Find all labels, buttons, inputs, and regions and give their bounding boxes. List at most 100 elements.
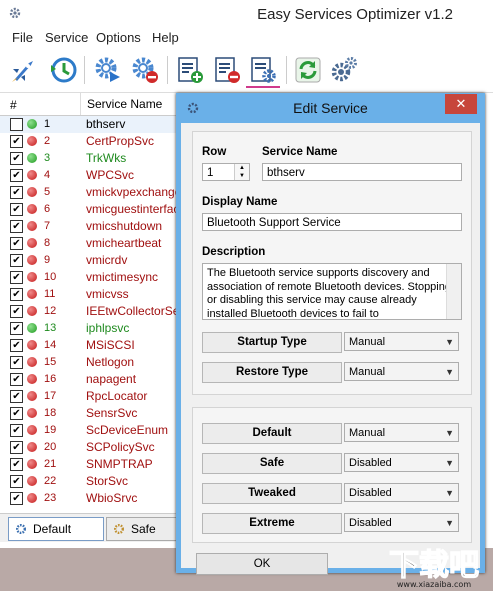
table-row[interactable]: ✔ 20 SCPolicySvc [0,439,180,456]
table-row[interactable]: ✔ 18 SensrSvc [0,405,180,422]
display-name-field[interactable]: Bluetooth Support Service [202,213,462,231]
menu-options[interactable]: Options [96,30,141,45]
remove-service-button[interactable] [210,53,244,87]
table-row[interactable]: ✔ 6 vmicguestinterface [0,201,186,218]
row-checkbox[interactable]: ✔ [10,220,23,233]
tweaked-value: Disabled [349,487,392,499]
start-service-button[interactable] [91,53,125,87]
row-number: 23 [44,492,57,504]
startup-type-label: Startup Type [202,332,342,353]
row-checkbox[interactable] [10,118,23,131]
table-row[interactable]: ✔ 3 TrkWks [0,150,180,167]
row-checkbox[interactable]: ✔ [10,135,23,148]
add-service-button[interactable] [173,53,207,87]
restore-button[interactable] [46,53,80,87]
row-checkbox[interactable]: ✔ [10,237,23,250]
service-name-field[interactable]: bthserv [262,163,462,181]
table-row[interactable]: ✔ 7 vmicshutdown [0,218,180,235]
table-row[interactable]: ✔ 10 vmictimesync [0,269,180,286]
row-checkbox[interactable]: ✔ [10,390,23,403]
row-checkbox[interactable]: ✔ [10,492,23,505]
status-stopped-icon [27,442,37,452]
edit-service-button[interactable] [246,53,280,88]
table-row[interactable]: ✔ 16 napagent [0,371,180,388]
table-row[interactable]: ✔ 15 Netlogon [0,354,180,371]
row-number: 17 [44,390,57,402]
row-service-name: vmicvss [86,287,129,301]
column-header-number[interactable]: # [10,98,17,112]
table-row[interactable]: ✔ 19 ScDeviceEnum [0,422,180,439]
svg-text:www.xiazaiba.com: www.xiazaiba.com [397,580,471,589]
extreme-value: Disabled [349,517,392,529]
row-checkbox[interactable]: ✔ [10,424,23,437]
row-checkbox[interactable]: ✔ [10,152,23,165]
dialog-title-bar: Edit Service ✕ [176,93,485,123]
table-row[interactable]: ✔ 23 WbioSrvc [0,490,180,507]
settings-button[interactable] [327,53,361,87]
row-checkbox[interactable]: ✔ [10,305,23,318]
row-checkbox[interactable]: ✔ [10,458,23,471]
row-number: 4 [44,169,51,181]
row-checkbox[interactable]: ✔ [10,169,23,182]
table-row[interactable]: ✔ 22 StorSvc [0,473,180,490]
row-checkbox[interactable]: ✔ [10,322,23,335]
row-checkbox[interactable]: ✔ [10,356,23,369]
row-spinner[interactable]: 1 ▲ ▼ [202,163,250,181]
tab-default[interactable]: Default [8,517,104,541]
stop-service-button[interactable] [128,53,162,87]
refresh-button[interactable] [291,53,325,87]
table-row[interactable]: ✔ 13 iphlpsvc [0,320,180,337]
table-row[interactable]: ✔ 5 vmickvpexchange [0,184,181,201]
status-running-icon [27,153,37,163]
row-number: 5 [44,186,51,198]
close-button[interactable]: ✕ [445,94,477,114]
status-stopped-icon [27,289,37,299]
safe-value: Disabled [349,457,392,469]
safe-select[interactable]: Disabled ▼ [344,453,459,472]
table-row[interactable]: ✔ 14 MSiSCSI [0,337,180,354]
row-checkbox[interactable]: ✔ [10,339,23,352]
row-checkbox[interactable]: ✔ [10,288,23,301]
rocket-button[interactable] [7,53,41,87]
row-service-name: iphlpsvc [86,321,130,335]
menu-help[interactable]: Help [152,30,179,45]
table-row[interactable]: ✔ 4 WPCSvc [0,167,180,184]
row-number: 8 [44,237,51,249]
tweaked-select[interactable]: Disabled ▼ [344,483,459,502]
row-checkbox[interactable]: ✔ [10,373,23,386]
row-number: 2 [44,135,51,147]
ok-button[interactable]: OK [196,553,328,575]
table-row[interactable]: 1 bthserv [0,116,180,133]
row-checkbox[interactable]: ✔ [10,186,23,199]
spin-arrows-icon[interactable]: ▲ ▼ [234,164,249,180]
dialog-body: Row 1 ▲ ▼ Service Name bthserv Display Na… [181,123,480,575]
description-scrollbar[interactable] [446,264,461,319]
description-field[interactable]: The Bluetooth service supports discovery… [202,263,462,320]
status-stopped-icon [27,391,37,401]
status-stopped-icon [27,272,37,282]
gear-stop-icon [132,57,158,83]
row-checkbox[interactable]: ✔ [10,254,23,267]
startup-type-select[interactable]: Manual ▼ [344,332,459,351]
table-row[interactable]: ✔ 21 SNMPTRAP [0,456,180,473]
table-row[interactable]: ✔ 2 CertPropSvc [0,133,180,150]
row-checkbox[interactable]: ✔ [10,441,23,454]
row-checkbox[interactable]: ✔ [10,475,23,488]
menu-service[interactable]: Service [45,30,88,45]
table-row[interactable]: ✔ 9 vmicrdv [0,252,180,269]
table-row[interactable]: ✔ 12 IEEtwCollectorServ [0,303,189,320]
row-checkbox[interactable]: ✔ [10,271,23,284]
edit-service-dialog: Edit Service ✕ Row 1 ▲ ▼ Service Name bth… [176,93,485,575]
restore-type-select[interactable]: Manual ▼ [344,362,459,381]
row-checkbox[interactable]: ✔ [10,407,23,420]
column-header-service-name[interactable]: Service Name [80,93,162,115]
row-checkbox[interactable]: ✔ [10,203,23,216]
default-select[interactable]: Manual ▼ [344,423,459,442]
table-row[interactable]: ✔ 17 RpcLocator [0,388,180,405]
menu-file[interactable]: File [12,30,33,45]
table-row[interactable]: ✔ 11 vmicvss [0,286,180,303]
extreme-select[interactable]: Disabled ▼ [344,513,459,532]
tab-safe[interactable]: Safe [106,517,181,541]
table-row[interactable]: ✔ 8 vmicheartbeat [0,235,180,252]
row-service-name: vmicrdv [86,253,128,267]
